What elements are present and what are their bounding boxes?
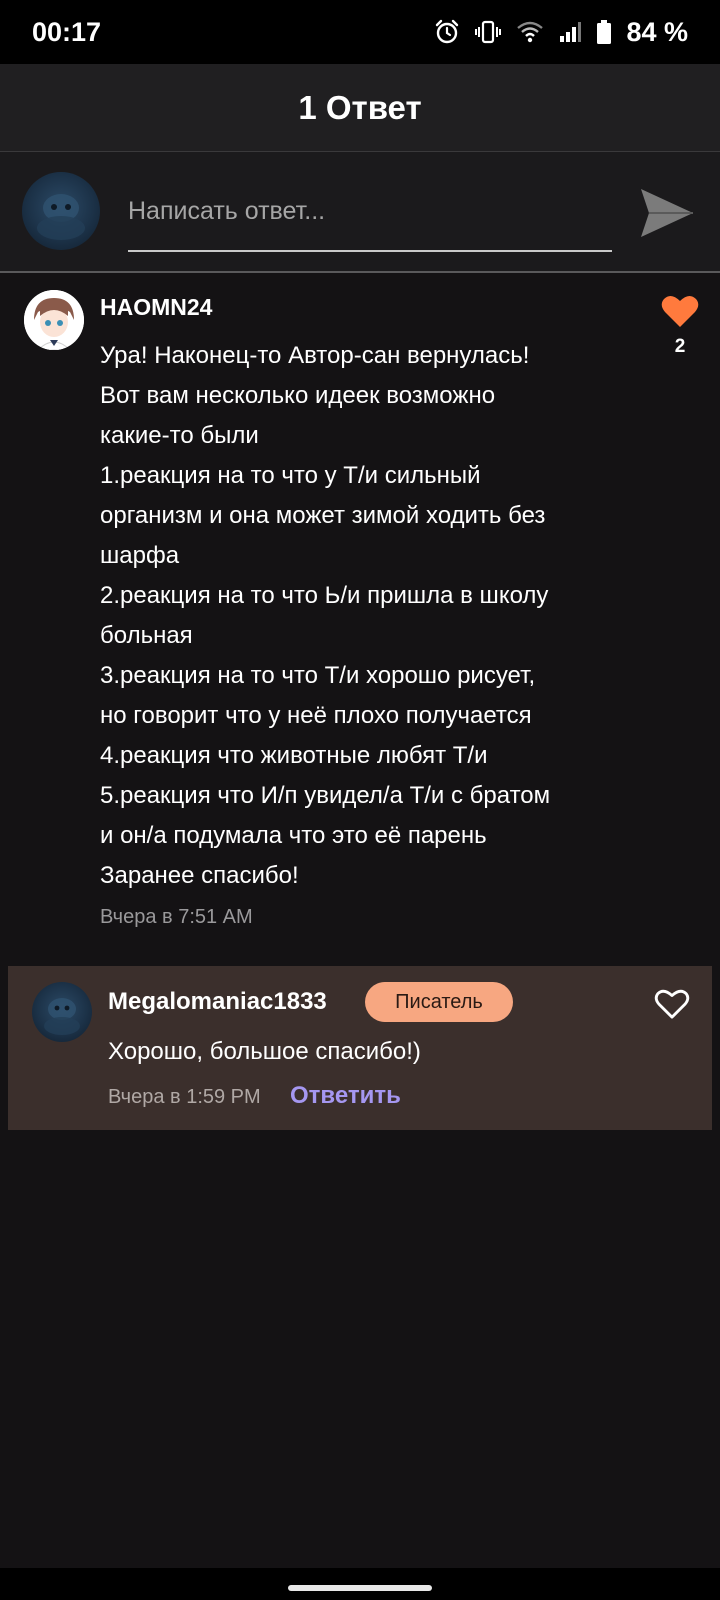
- status-icons: 84 %: [434, 17, 688, 48]
- comment-line: 1.реакция на то что у Т/и сильный: [100, 462, 481, 489]
- comment-text: Ура! Наконец-то Автор-сан вернулась! Вот…: [100, 336, 640, 896]
- reply-like-button[interactable]: [654, 988, 694, 1024]
- battery-percent: 84 %: [626, 16, 688, 47]
- comment-line: какие-то были: [100, 422, 259, 449]
- comment-line: 2.реакция на то что Ь/и пришла в школу: [100, 582, 549, 609]
- heart-filled-icon: [661, 295, 699, 327]
- reply-author-name[interactable]: Megalomaniac1833: [108, 988, 327, 1016]
- wifi-icon: [517, 21, 544, 43]
- send-button[interactable]: [636, 184, 698, 242]
- page-title: 1 Ответ: [298, 88, 422, 126]
- heart-outline-icon: [654, 989, 690, 1019]
- comment-line: 4.реакция что животные любят Т/и: [100, 742, 488, 769]
- comment-line: но говорит что у неё плохо получается: [100, 702, 532, 729]
- comment-line: 5.реакция что И/п увидел/а Т/и с братом: [100, 782, 551, 809]
- reply-timestamp: Вчера в 1:59 PM: [108, 1086, 261, 1108]
- reply-author-avatar[interactable]: [32, 982, 92, 1042]
- comment-like-button[interactable]: 2: [656, 294, 704, 374]
- system-nav-bar: [0, 1568, 720, 1600]
- comment-line: Ура! Наконец-то Автор-сан вернулась!: [100, 342, 530, 369]
- comment-line: 3.реакция на то что Т/и хорошо рисует,: [100, 662, 536, 689]
- comment-line: шарфа: [100, 542, 180, 569]
- status-bar: 00:17 84 %: [0, 0, 720, 64]
- status-time: 00:17: [32, 16, 102, 47]
- vibrate-icon: [475, 20, 502, 44]
- comment-timestamp: Вчера в 7:51 AM: [100, 906, 253, 928]
- reply-text: Хорошо, большое спасибо!): [108, 1038, 421, 1065]
- comment-line: больная: [100, 622, 193, 649]
- avatar-image: [44, 998, 80, 1035]
- avatar-image: [24, 290, 84, 350]
- signal-icon: [560, 22, 582, 42]
- page-header: 1 Ответ: [0, 64, 720, 152]
- send-icon: [641, 189, 693, 237]
- battery-icon: [597, 20, 612, 44]
- comment-author-name[interactable]: HAOMN24: [100, 294, 212, 321]
- comment-author-avatar[interactable]: [24, 290, 84, 350]
- reply-card: Megalomaniac1833 Писатель Хорошо, большо…: [8, 966, 712, 1130]
- comment-line: Вот вам несколько идеек возможно: [100, 382, 496, 409]
- comment-like-count: 2: [674, 336, 686, 357]
- user-avatar[interactable]: [22, 172, 100, 250]
- home-indicator[interactable]: [288, 1585, 432, 1591]
- comment-line: Заранее спасибо!: [100, 862, 299, 889]
- avatar-image: [37, 194, 85, 240]
- reply-input[interactable]: [128, 180, 612, 252]
- writer-badge: Писатель: [365, 982, 513, 1022]
- comment-line: организм и она может зимой ходить без: [100, 502, 546, 529]
- comment-line: и он/а подумала что это её парень: [100, 822, 487, 849]
- reply-button[interactable]: Ответить: [290, 1082, 401, 1110]
- alarm-icon: [436, 19, 459, 44]
